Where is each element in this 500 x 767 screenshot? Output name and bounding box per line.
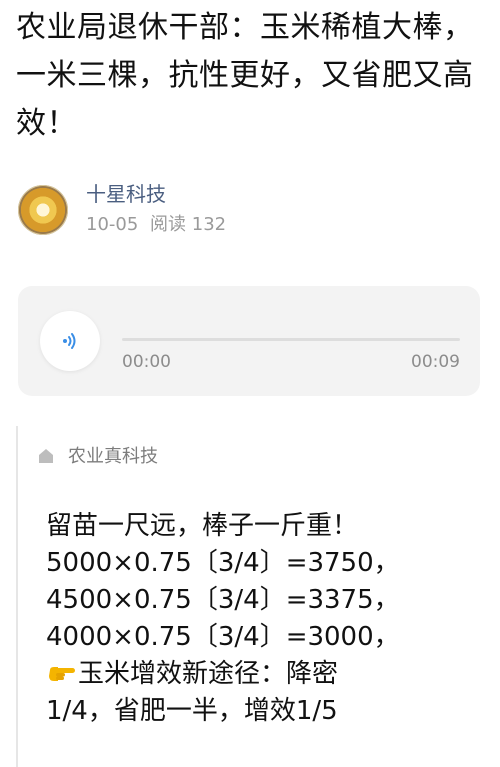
author-avatar[interactable] [18,185,68,235]
quote-line: 1/4，省肥一半，增效1/5 [46,696,338,726]
article-meta: 10-05 阅读 132 [86,214,232,236]
duration: 00:09 [411,352,460,372]
author-row[interactable]: 十星科技 10-05 阅读 132 [16,182,476,242]
quote-line: 4500×0.75〔3/4〕=3375， [46,585,400,615]
audio-player[interactable]: 00:00 00:09 [18,286,480,396]
read-count: 阅读 132 [150,214,227,235]
quote-body: 留苗一尺远，棒子一斤重！ 5000×0.75〔3/4〕=3750， 4500×0… [46,508,486,730]
publish-date: 10-05 [86,214,139,235]
article-title: 农业局退休干部：玉米稀植大棒，一米三棵，抗性更好，又省肥又高效！ [16,10,474,141]
pointing-hand-icon [49,667,75,681]
quote-divider [16,426,18,767]
home-icon [39,449,53,463]
quote-line: 4000×0.75〔3/4〕=3000， [46,622,400,652]
source-label: 农业真科技 [68,446,158,467]
sound-wave-icon [63,333,76,349]
quote-line: 留苗一尺远，棒子一斤重！ [46,511,359,541]
author-name[interactable]: 十星科技 [86,182,166,206]
quote-line: 5000×0.75〔3/4〕=3750， [46,548,400,578]
quote-line: 玉米增效新途径：降密 [46,656,486,693]
quote-line-text: 玉米增效新途径：降密 [78,659,339,689]
play-button[interactable] [40,311,100,371]
audio-progress-track[interactable] [122,338,460,341]
current-time: 00:00 [122,352,171,372]
